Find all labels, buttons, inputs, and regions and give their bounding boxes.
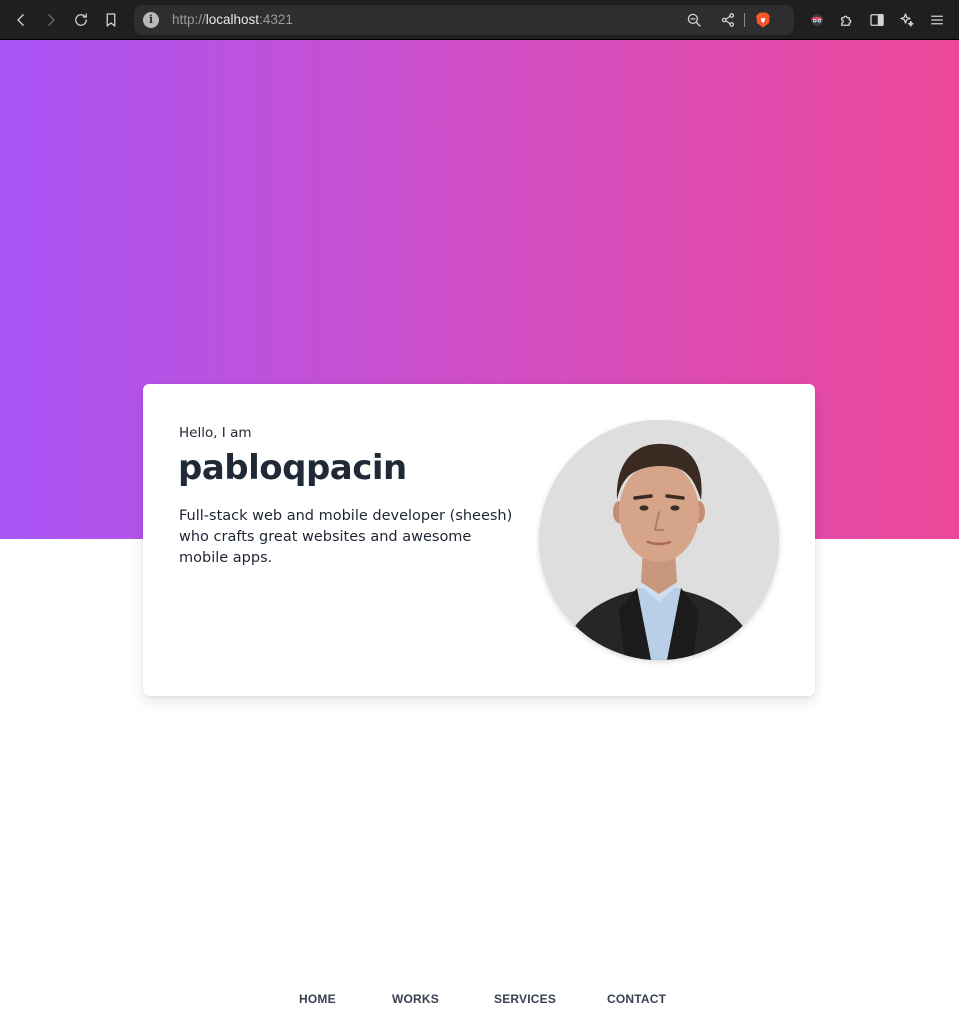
- address-bar[interactable]: i http://localhost:4321: [134, 5, 794, 35]
- reload-icon[interactable]: [69, 8, 93, 32]
- nav-item-home[interactable]: HOME: [299, 992, 336, 1006]
- bottom-nav: HOME WORKS SERVICES CONTACT: [0, 990, 959, 1010]
- forward-icon[interactable]: [39, 8, 63, 32]
- brave-shields-icon[interactable]: [754, 11, 772, 29]
- share-icon[interactable]: [716, 8, 740, 32]
- url-text[interactable]: http://localhost:4321: [172, 12, 293, 27]
- back-icon[interactable]: [9, 8, 33, 32]
- page-title: pabloqpacin: [178, 448, 407, 488]
- zoom-icon[interactable]: [682, 8, 706, 32]
- nav-item-contact[interactable]: CONTACT: [607, 992, 666, 1006]
- menu-icon[interactable]: [925, 8, 949, 32]
- url-host: localhost: [205, 12, 260, 27]
- nav-item-services[interactable]: SERVICES: [494, 992, 556, 1006]
- url-port: :4321: [259, 12, 293, 27]
- leo-ai-icon[interactable]: [895, 8, 919, 32]
- nav-item-works[interactable]: WORKS: [392, 992, 439, 1006]
- site-info-icon[interactable]: i: [143, 12, 159, 28]
- bookmark-icon[interactable]: [99, 8, 123, 32]
- greeting-text: Hello, I am: [179, 425, 252, 441]
- url-scheme: http://: [172, 12, 206, 27]
- intro-card: Hello, I am pabloqpacin Full-stack web a…: [143, 384, 815, 696]
- avatar: [539, 420, 779, 660]
- extensions-puzzle-icon[interactable]: [835, 8, 859, 32]
- toolbar-divider: [744, 13, 745, 27]
- browser-toolbar: i http://localhost:4321: [0, 0, 959, 40]
- extension-mask-icon[interactable]: [805, 8, 829, 32]
- profile-photo: [539, 420, 779, 660]
- bio-text: Full-stack web and mobile developer (she…: [179, 508, 513, 566]
- sidebar-toggle-icon[interactable]: [865, 8, 889, 32]
